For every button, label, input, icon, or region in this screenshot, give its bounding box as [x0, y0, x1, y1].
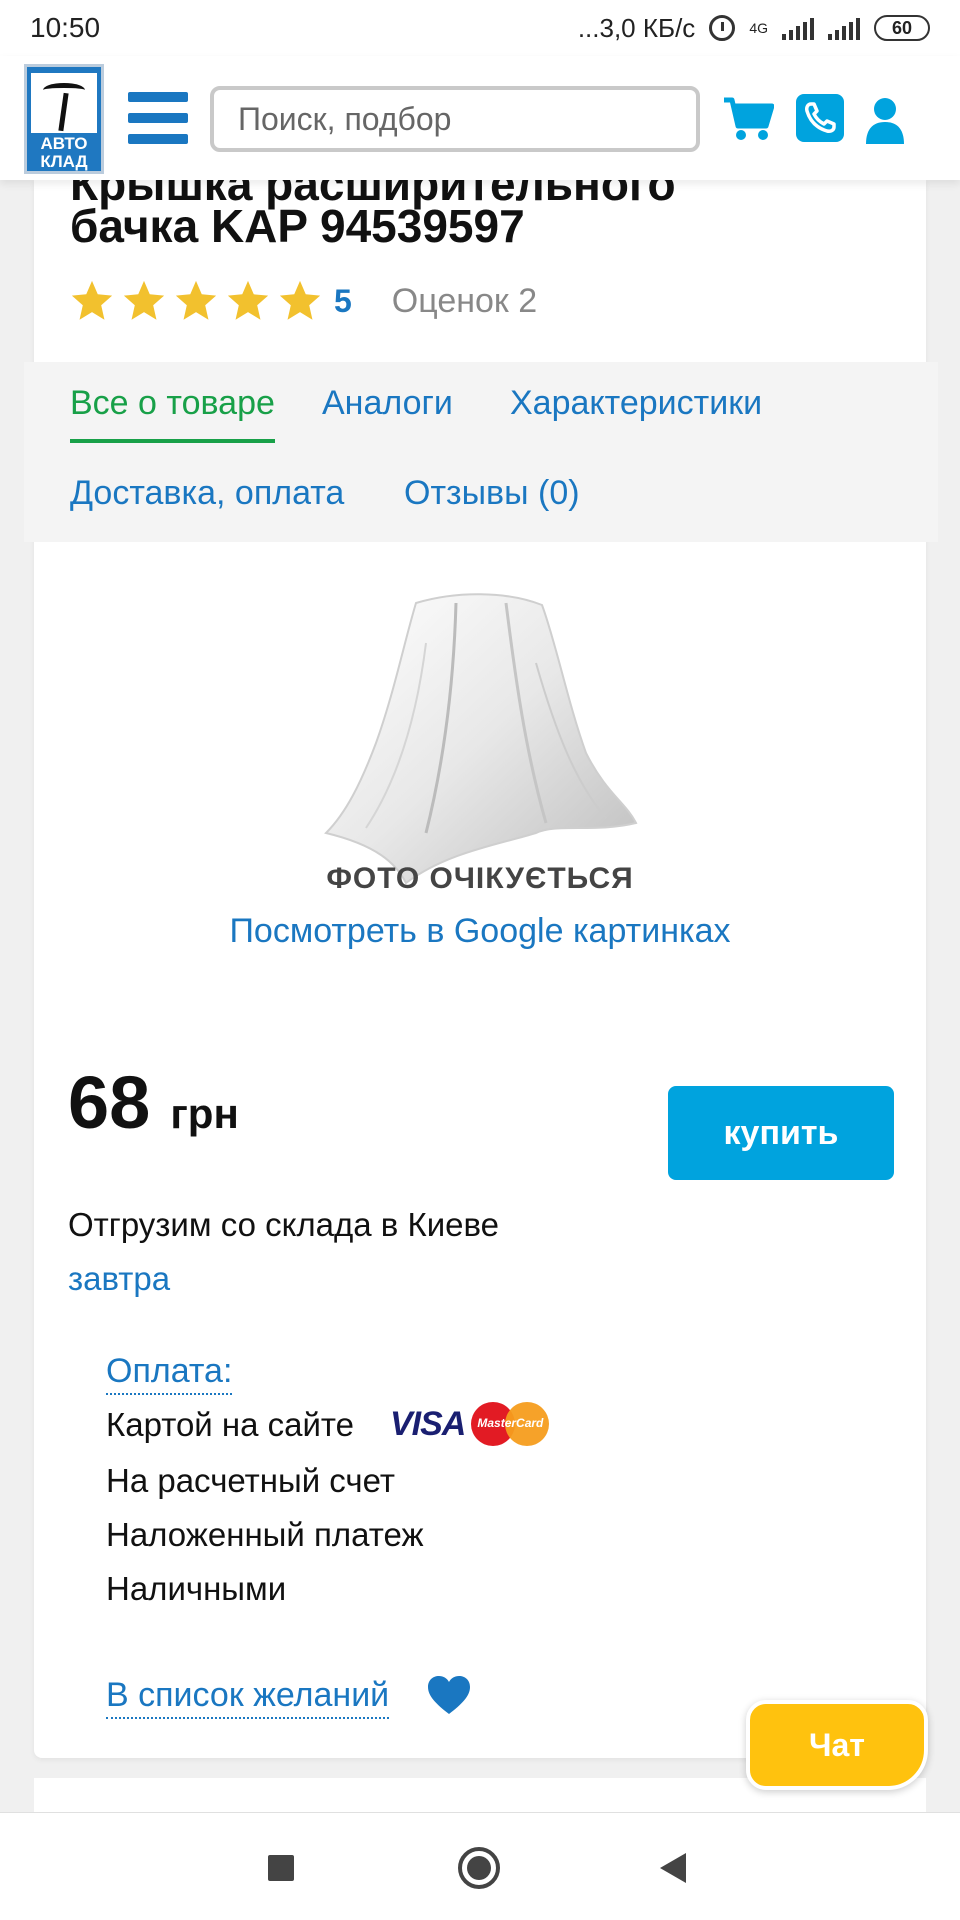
- tab-analogs[interactable]: Аналоги: [322, 384, 453, 423]
- signal-icon: [782, 16, 814, 40]
- site-header: АВТО КЛАД Поиск, подбор: [0, 56, 960, 180]
- star-icon: [71, 280, 113, 320]
- google-images-link[interactable]: Посмотреть в Google картинках: [34, 912, 926, 951]
- wishlist-link[interactable]: В список желаний: [106, 1676, 390, 1719]
- network-type: 4G: [749, 20, 768, 36]
- star-icon: [123, 280, 165, 320]
- status-time: 10:50: [30, 12, 101, 43]
- back-icon[interactable]: [660, 1853, 686, 1883]
- product-card: Крышка расширительного бачка KAP 9453959…: [24, 158, 938, 1758]
- product-rating[interactable]: 5 Оценок 2: [68, 278, 537, 324]
- tab-delivery-payment[interactable]: Доставка, оплата: [70, 474, 344, 513]
- mastercard-logo: MasterCard: [471, 1402, 551, 1446]
- tab-all-about[interactable]: Все о товаре: [70, 384, 275, 443]
- price-value: 68: [68, 1061, 151, 1144]
- logo-line-2: КЛАД: [40, 152, 88, 171]
- payment-method-invoice: На расчетный счет: [106, 1462, 395, 1499]
- photo-placeholder-image: [324, 593, 638, 885]
- network-speed: ...3,0 КБ/с: [577, 12, 696, 43]
- logo-line-1: АВТО: [40, 134, 88, 153]
- chat-button[interactable]: Чат: [746, 1700, 928, 1790]
- home-icon[interactable]: [458, 1847, 500, 1889]
- price-block: 68 грн: [68, 1060, 239, 1145]
- payment-title[interactable]: Оплата:: [106, 1352, 233, 1395]
- rating-count[interactable]: Оценок 2: [392, 282, 537, 321]
- user-icon[interactable]: [864, 96, 906, 144]
- tab-characteristics[interactable]: Характеристики: [510, 384, 762, 423]
- card-logos: VISA MasterCard: [390, 1402, 551, 1446]
- logo-text: АВТО КЛАД: [40, 135, 87, 171]
- rating-value: 5: [334, 282, 352, 319]
- page: 10:50 ...3,0 КБ/с 4G 60 АВТО КЛАД Поиск,…: [0, 0, 960, 1920]
- status-icons: ...3,0 КБ/с 4G 60: [578, 13, 930, 44]
- shipping-date-link[interactable]: завтра: [68, 1260, 170, 1298]
- photo-placeholder-text: ФОТО ОЧІКУЄТЬСЯ: [326, 862, 634, 895]
- star-icon: [175, 280, 217, 320]
- alarm-icon: [709, 15, 736, 41]
- star-icon: [279, 280, 321, 320]
- payment-method-cash: Наличными: [106, 1570, 287, 1607]
- signal-icon-2: [828, 16, 860, 40]
- star-icon: [227, 280, 269, 320]
- buy-button[interactable]: купить: [668, 1086, 894, 1180]
- mastercard-label: MasterCard: [477, 1416, 544, 1430]
- heart-icon[interactable]: [426, 1674, 472, 1716]
- menu-icon[interactable]: [128, 92, 188, 144]
- search-input[interactable]: Поиск, подбор: [210, 86, 700, 152]
- product-title: Крышка расширительного бачка KAP 9453959…: [70, 158, 890, 254]
- payment-method-cod: Наложенный платеж: [106, 1516, 424, 1553]
- tab-reviews[interactable]: Отзывы (0): [404, 474, 580, 513]
- palm-logo-icon: [31, 73, 97, 133]
- product-tabs: Все о товаре Аналоги Характеристики Дост…: [24, 362, 938, 542]
- site-logo[interactable]: АВТО КЛАД: [24, 64, 104, 174]
- phone-icon[interactable]: [796, 94, 844, 142]
- price-currency: грн: [170, 1090, 239, 1137]
- payment-method-card: Картой на сайте: [106, 1406, 355, 1443]
- recents-icon[interactable]: [268, 1855, 294, 1881]
- rating-stars: [68, 278, 324, 324]
- cart-icon[interactable]: [722, 96, 774, 142]
- system-nav-bar: [0, 1812, 960, 1920]
- battery-icon: 60: [874, 15, 930, 41]
- search-placeholder: Поиск, подбор: [238, 100, 452, 137]
- shipping-info: Отгрузим со склада в Киеве: [68, 1206, 500, 1243]
- visa-logo: VISA: [390, 1404, 466, 1443]
- status-bar: 10:50 ...3,0 КБ/с 4G 60: [0, 0, 960, 56]
